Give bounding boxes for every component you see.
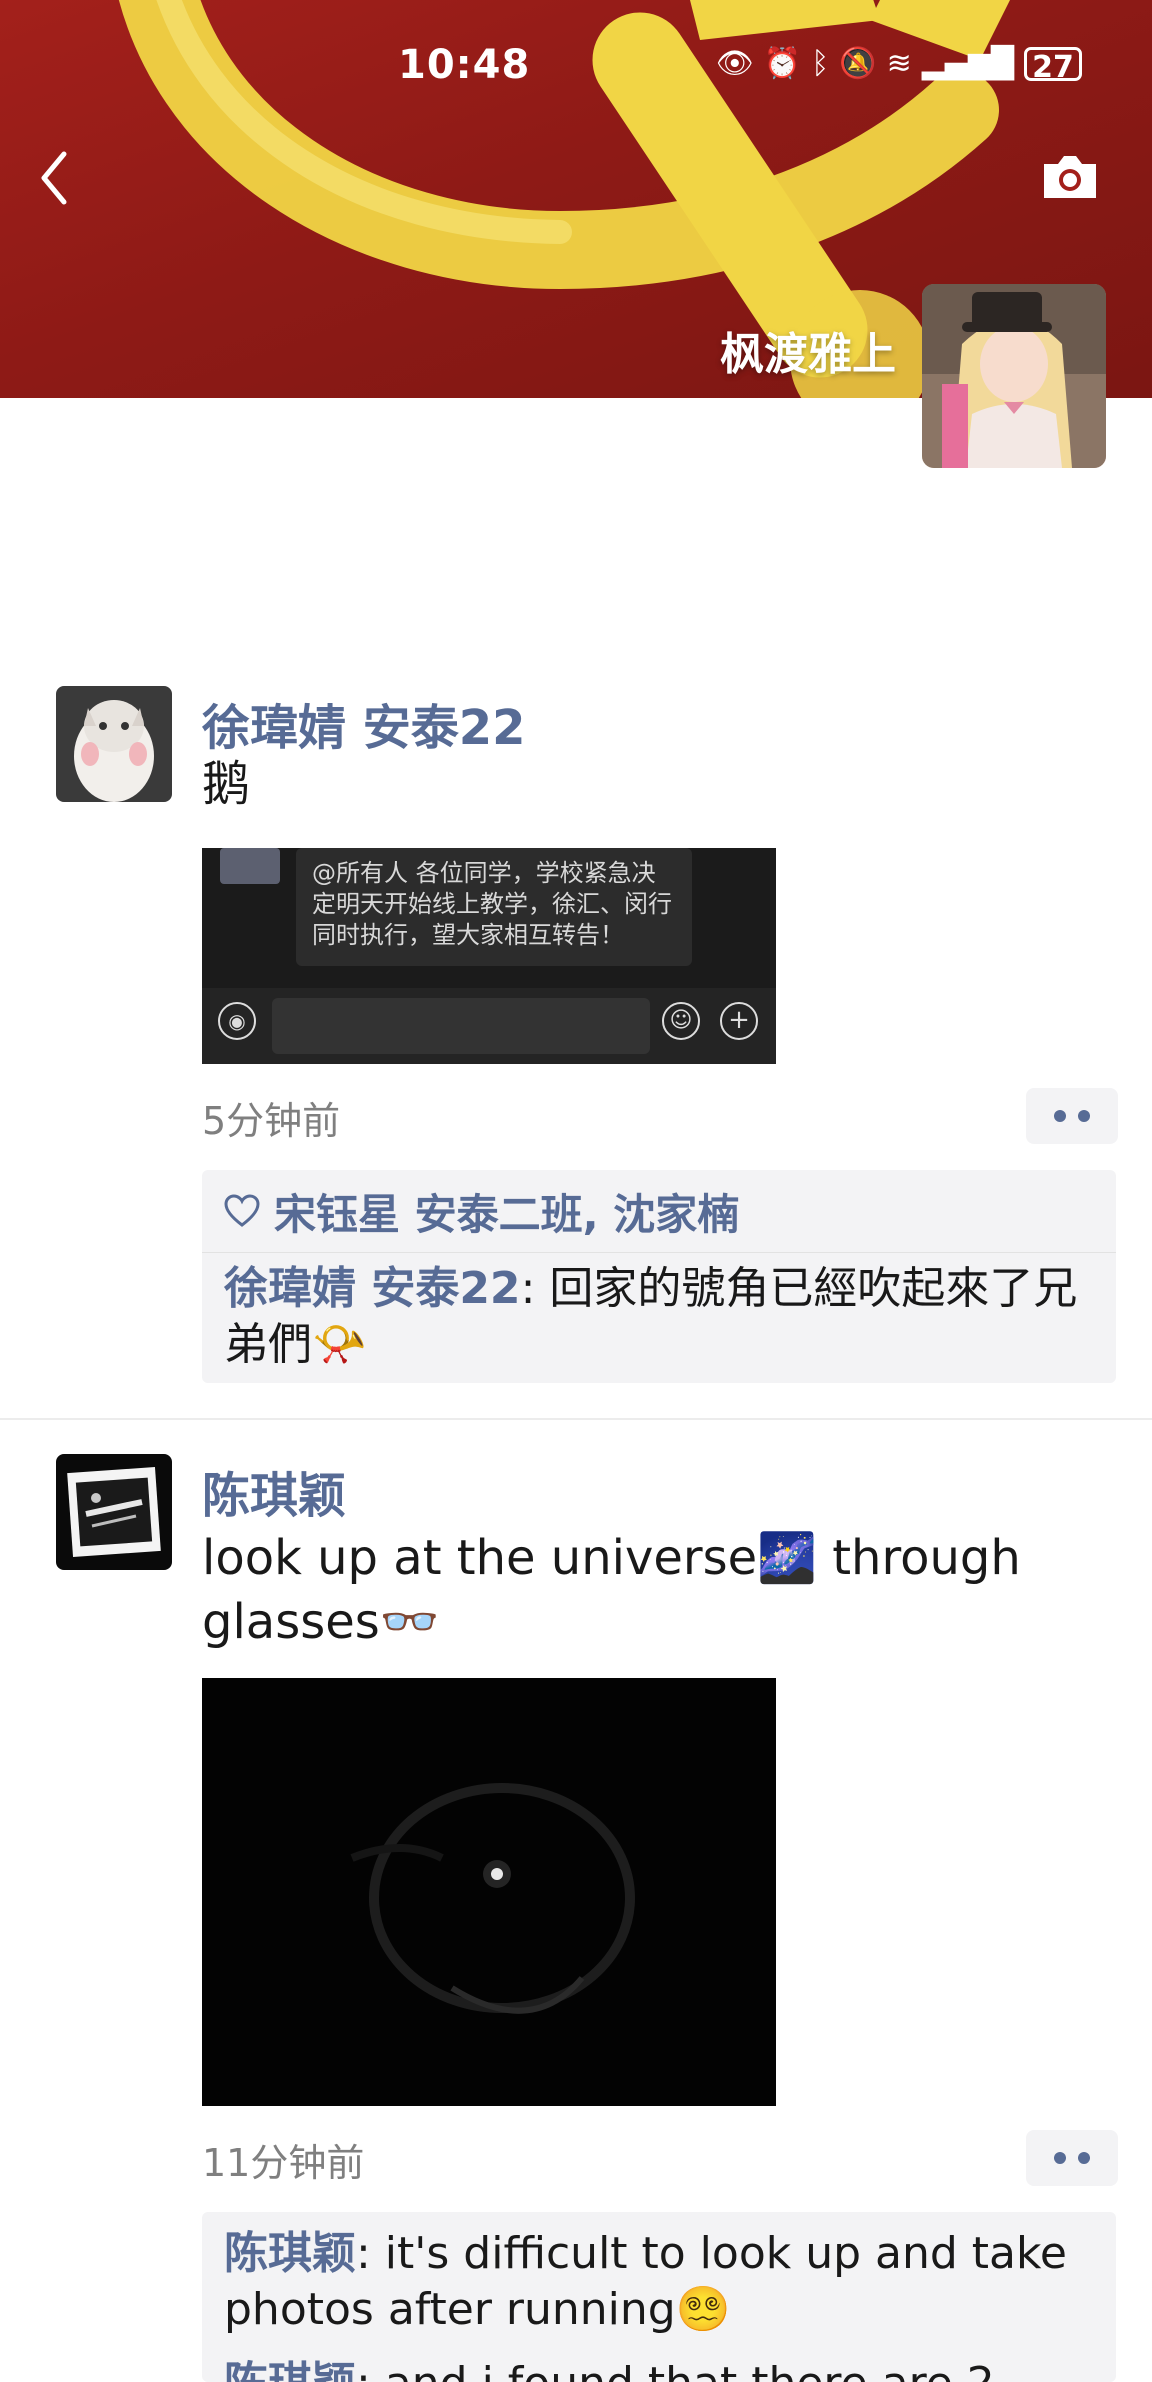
chat-avatar	[220, 848, 280, 884]
chat-message: @所有人 各位同学，学校紧急决定明天开始线上教学，徐汇、闵行同时执行，望大家相互…	[312, 859, 672, 949]
avatar[interactable]	[56, 686, 172, 802]
comment[interactable]: 陈琪颖: and i found that there are 2 moons	[202, 2348, 1116, 2382]
5g-signal-icon: ▂▄▆█	[921, 46, 1014, 81]
night-sky-photo	[202, 1678, 776, 2106]
alarm-icon: ⏰	[763, 46, 802, 81]
emoji-icon: ☺	[662, 1002, 700, 1040]
status-time: 10:48	[398, 42, 531, 88]
likes-list[interactable]: 宋钰星 安泰二班, 沈家楠	[274, 1181, 739, 1242]
mute-icon: 🔕	[839, 46, 877, 81]
avatar[interactable]	[56, 1454, 172, 1570]
post-image[interactable]	[202, 1678, 776, 2106]
voice-icon: ◉	[218, 1002, 256, 1040]
chevron-left-icon[interactable]	[36, 148, 76, 208]
more-options-button[interactable]	[1026, 2130, 1118, 2186]
comment-author[interactable]: 陈琪颖	[224, 2228, 356, 2279]
bluetooth-icon: ᛒ	[811, 46, 830, 81]
post-author[interactable]: 陈琪颖	[202, 1456, 346, 1526]
profile-name: 枫渡雅上	[720, 329, 896, 380]
heart-icon	[224, 1194, 260, 1227]
post-divider	[0, 1418, 1152, 1420]
more-options-button[interactable]	[1026, 1088, 1118, 1144]
chat-bubble: @所有人 各位同学，学校紧急决定明天开始线上教学，徐汇、闵行同时执行，望大家相互…	[296, 848, 692, 966]
status-icons: 👁 ⏰ ᛒ 🔕 ≋ ▂▄▆█ 27	[715, 46, 1082, 85]
likes-row: 宋钰星 安泰二班, 沈家楠	[202, 1170, 1116, 1253]
chat-input-field	[272, 998, 650, 1054]
post-time: 11分钟前	[202, 2141, 365, 2185]
post-image[interactable]: @所有人 各位同学，学校紧急决定明天开始线上教学，徐汇、闵行同时执行，望大家相互…	[202, 848, 776, 1064]
plus-icon: +	[720, 1002, 758, 1040]
post-text: look up at the universe🌌 through glasses…	[202, 1530, 1021, 1650]
status-bar: 10:48 👁 ⏰ ᛒ 🔕 ≋ ▂▄▆█ 27	[0, 0, 1152, 130]
battery-icon: 27	[1024, 47, 1082, 85]
profile-avatar[interactable]	[922, 284, 1106, 468]
post-time: 5分钟前	[202, 1099, 341, 1143]
comment-author[interactable]: 陈琪颖	[224, 2358, 356, 2382]
eye-icon: 👁	[715, 46, 754, 81]
interaction-panel: 陈琪颖: it's difficult to look up and take …	[202, 2212, 1116, 2382]
post-author[interactable]: 徐瑋婧 安泰22	[202, 688, 526, 758]
camera-icon[interactable]	[1040, 150, 1100, 202]
comment[interactable]: 徐瑋婧 安泰22: 回家的號角已經吹起來了兄弟們📯	[202, 1253, 1116, 1383]
post-text: 鹅	[202, 756, 251, 812]
comment[interactable]: 陈琪颖: it's difficult to look up and take …	[202, 2212, 1116, 2348]
wifi-icon: ≋	[886, 46, 912, 81]
interaction-panel: 宋钰星 安泰二班, 沈家楠 徐瑋婧 安泰22: 回家的號角已經吹起來了兄弟們📯	[202, 1170, 1116, 1383]
comment-author[interactable]: 徐瑋婧 安泰22	[224, 1263, 521, 1314]
chat-input-bar: ◉ ☺ +	[202, 988, 776, 1064]
